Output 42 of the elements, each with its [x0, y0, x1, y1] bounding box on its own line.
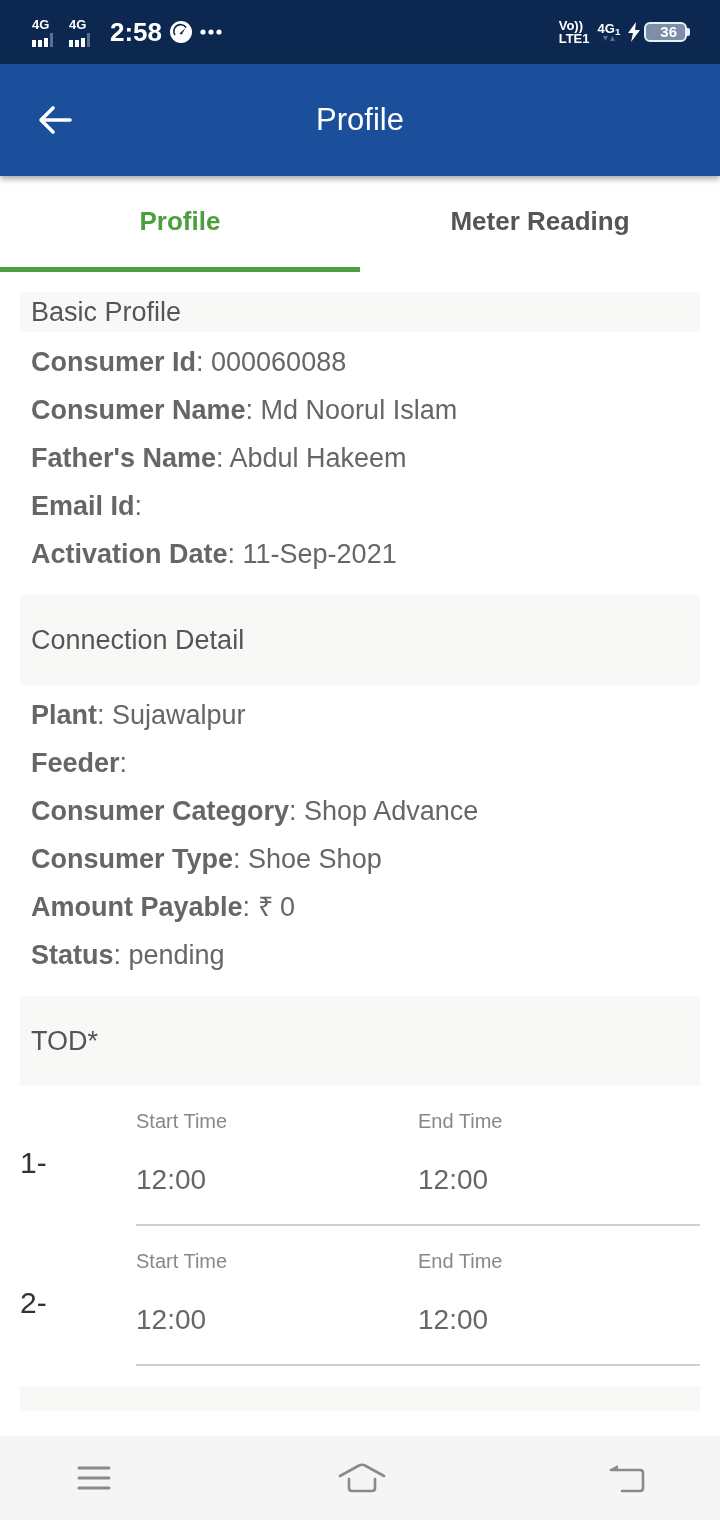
- data-activity-icon: [602, 35, 615, 42]
- battery-indicator: 36: [644, 22, 690, 42]
- profile-detail-text: Amount Payable: ₹ 0: [31, 891, 297, 924]
- volte-label: Vo)): [558, 19, 583, 32]
- section-header: Basic Profile: [20, 292, 700, 332]
- profile-detail-text: Father's Name: Abdul Hakeem: [31, 442, 408, 475]
- gauge-icon: [170, 21, 193, 43]
- end-time-field[interactable]: End Time 12:00: [418, 1226, 700, 1366]
- profile-detail-text: Activation Date: 11-Sep-2021: [31, 538, 398, 571]
- profile-detail-text: Consumer Category: Shop Advance: [31, 795, 480, 828]
- profile-detail-text: Email Id:: [31, 490, 144, 523]
- network-type-label: 4G: [32, 17, 50, 31]
- screen-title: Profile: [316, 101, 404, 139]
- signal-icon: [32, 32, 53, 47]
- field-label: Start Time: [136, 1109, 229, 1134]
- network-type-label: 4G: [69, 17, 87, 31]
- signal-icon: [69, 32, 90, 47]
- lte-label: LTE1: [558, 32, 590, 45]
- profile-detail-text: Plant: Sujawalpur: [31, 699, 247, 732]
- clock-time: 2:58: [110, 17, 163, 47]
- profile-detail-text: Consumer Name: Md Noorul Islam: [31, 394, 459, 427]
- slot-number: 2-: [20, 1284, 47, 1321]
- profile-detail-text: Consumer Id: 000060088: [31, 346, 348, 379]
- start-time-field[interactable]: Start Time 12:00: [136, 1226, 418, 1366]
- section-header: TOD*: [20, 996, 700, 1086]
- back-arrow-icon: [38, 105, 72, 135]
- profile-detail-text: Consumer Type: Shoe Shop: [31, 843, 383, 876]
- more-dots-icon: [200, 29, 223, 35]
- data-network-label: 4G$_{1}$: [597, 22, 621, 35]
- section-header: Connection Detail: [20, 595, 700, 685]
- field-label: End Time: [418, 1109, 504, 1134]
- end-time-field[interactable]: End Time 12:00: [418, 1086, 700, 1226]
- home-icon[interactable]: [338, 1463, 386, 1493]
- field-label: Start Time: [136, 1249, 229, 1274]
- profile-detail-text: Status: pending: [31, 939, 226, 972]
- start-time-field[interactable]: Start Time 12:00: [136, 1086, 418, 1226]
- back-button[interactable]: [38, 105, 72, 135]
- slot-number: 1-: [20, 1144, 47, 1181]
- field-label: End Time: [418, 1249, 504, 1274]
- menu-icon[interactable]: [77, 1465, 111, 1491]
- profile-detail-text: Feeder:: [31, 747, 129, 780]
- lightning-icon: [628, 22, 641, 42]
